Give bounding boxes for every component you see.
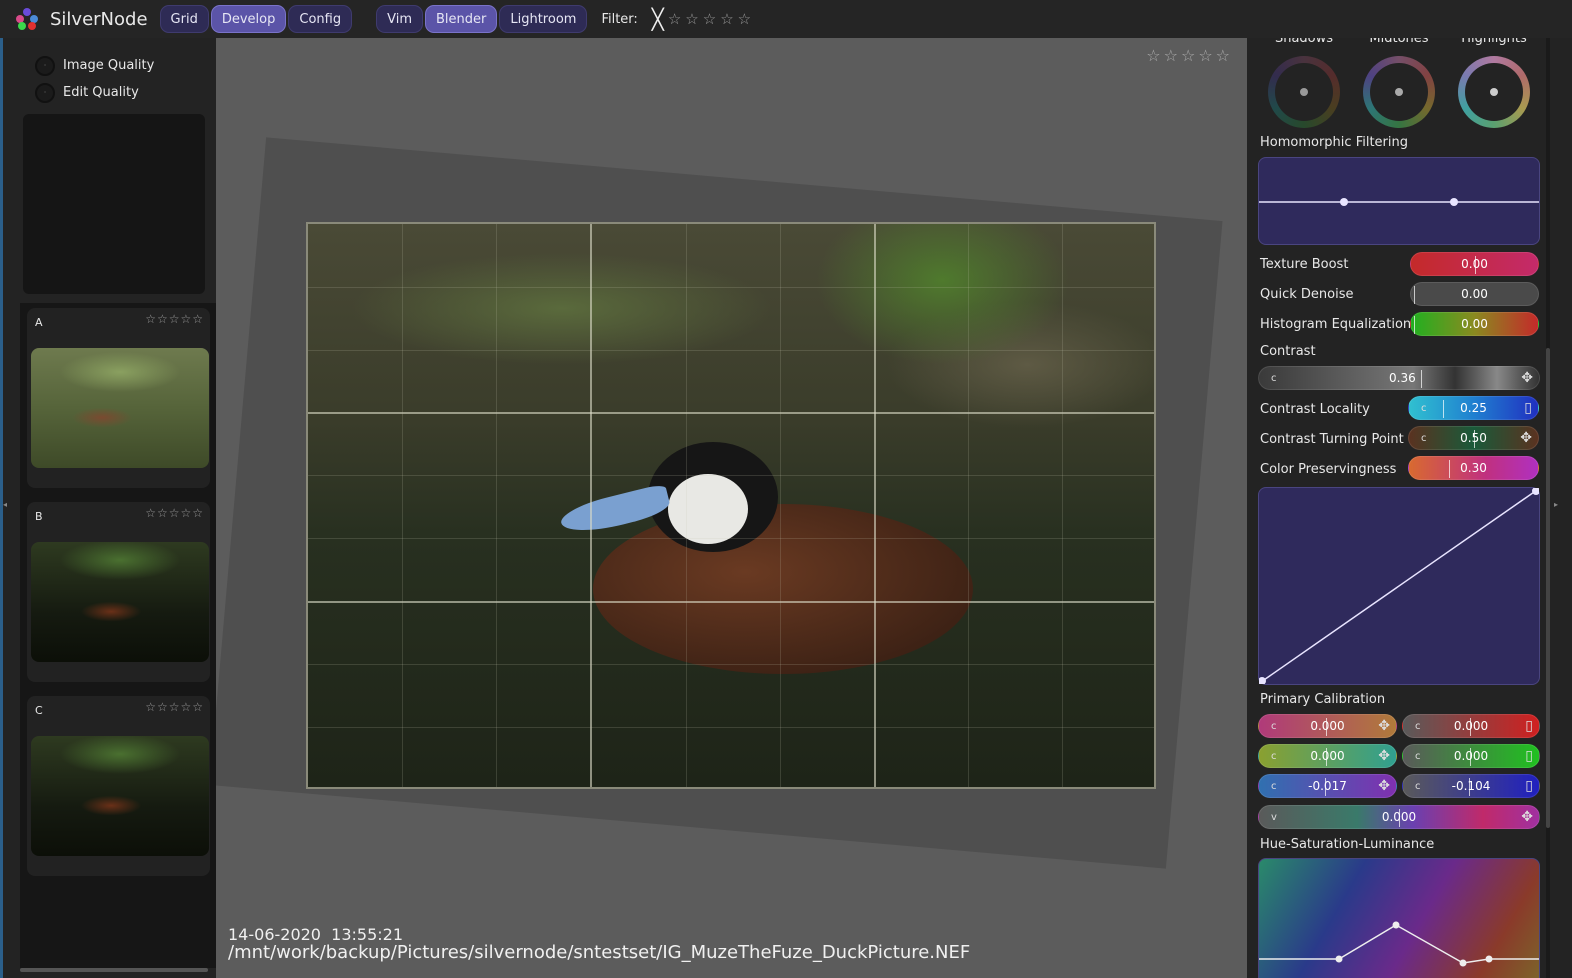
star-icon[interactable]: ☆ [685,10,698,28]
histogram-equalization-slider[interactable]: 0.00 [1410,312,1539,336]
red-saturation-slider[interactable]: c0.000▯ [1402,714,1540,738]
thumbnail-image[interactable] [31,736,209,856]
contrast-locality-slider[interactable]: c 0.25 ▯ [1408,396,1539,420]
clear-filter-icon[interactable]: ╳ [652,7,664,31]
keymap-blender-button[interactable]: Blender [424,5,498,33]
star-icon[interactable]: ☆ [703,10,716,28]
image-metadata: 14-06-2020 13:55:21 /mnt/work/backup/Pic… [228,926,970,962]
contrast-label: Contrast [1260,344,1316,359]
hsl-curve-svg [1259,921,1539,967]
curve-point[interactable] [1258,677,1266,685]
keymap-vim-button[interactable]: Vim [376,5,423,33]
edit-quality-toggle[interactable]: · Edit Quality [3,79,213,106]
thumbnail-image[interactable] [31,542,209,662]
move-icon[interactable]: ✥ [1520,430,1532,446]
move-icon[interactable]: ✥ [1521,370,1533,386]
thumbnail-rating[interactable]: ☆☆☆☆☆ [145,700,204,714]
star-icon[interactable]: ☆ [720,10,733,28]
homomorphic-filtering-label: Homomorphic Filtering [1260,135,1408,150]
homomorphic-curve-svg [1259,198,1539,206]
filter-label: Filter: [601,11,638,27]
thumbnail-label: C [35,704,43,717]
duck-cheek [668,474,748,544]
lock-icon[interactable]: ▯ [1525,778,1533,794]
green-hue-slider[interactable]: c 0.000 ✥ [1258,744,1397,768]
image-viewer[interactable]: ☆☆☆☆☆ 14-06-2020 13:55:21 /mnt/work/back… [216,38,1247,978]
highlights-label: Highlights [1461,38,1527,46]
lock-icon[interactable]: ▯ [1525,718,1533,734]
quick-denoise-slider[interactable]: 0.00 [1410,282,1539,306]
tone-curve-svg [1258,487,1540,685]
midtones-label: Midtones [1369,38,1429,46]
collapse-left-icon[interactable]: ◂ [3,500,7,512]
image-quality-toggle[interactable]: · Image Quality [3,52,213,79]
lock-icon[interactable]: ▯ [1524,400,1532,416]
move-icon[interactable]: ✥ [1378,778,1390,794]
top-bar: SilverNode Grid Develop Config Vim Blend… [0,0,1572,38]
panel-scrollbar[interactable] [1546,38,1550,978]
mode-develop-button[interactable]: Develop [210,5,287,33]
duck-body [593,504,973,674]
calibration-value-slider[interactable]: v0.000✥ [1258,805,1540,829]
thumbnail-list[interactable]: A ☆☆☆☆☆ B ☆☆☆☆☆ C ☆☆☆☆☆ [20,303,216,968]
image-rating[interactable]: ☆☆☆☆☆ [1146,46,1233,65]
texture-boost-slider[interactable]: 0.00 [1410,252,1539,276]
crop-area[interactable] [306,222,1156,789]
homomorphic-curve[interactable] [1258,157,1540,245]
edit-quality-label: Edit Quality [63,85,139,100]
midtones-color-wheel[interactable] [1363,56,1435,128]
mode-config-button[interactable]: Config [288,5,353,33]
hsl-label: Hue-Saturation-Luminance [1260,837,1435,852]
color-preservingness-slider[interactable]: 0.30 [1408,456,1539,480]
blue-hue-slider[interactable]: c -0.017 ✥ [1258,774,1397,798]
thumbnail-card[interactable]: C ☆☆☆☆☆ [27,696,210,876]
app-name: SilverNode [50,8,148,30]
thumbnail-rating[interactable]: ☆☆☆☆☆ [145,312,204,326]
red-hue-slider[interactable]: c 0.000 ✥ [1258,714,1397,738]
thumbnail-rating[interactable]: ☆☆☆☆☆ [145,506,204,520]
shadows-label: Shadows [1274,38,1334,46]
filter-rating[interactable]: ☆ ☆ ☆ ☆ ☆ [664,10,751,28]
move-icon[interactable]: ✥ [1378,718,1390,734]
horizontal-scrollbar[interactable] [20,968,208,972]
curve-point[interactable] [1532,487,1540,495]
histogram-preview [23,114,205,294]
star-icon[interactable]: ☆ [668,10,681,28]
tone-curve[interactable] [1258,487,1540,685]
green-saturation-slider[interactable]: c0.000▯ [1402,744,1540,768]
move-icon[interactable]: ✥ [1378,748,1390,764]
develop-panel: Shadows Midtones Highlights Homomorphic … [1250,38,1548,978]
highlights-color-wheel[interactable] [1458,56,1530,128]
primary-calibration-label: Primary Calibration [1260,692,1386,707]
lock-icon[interactable]: ▯ [1525,748,1533,764]
keymap-lightroom-button[interactable]: Lightroom [499,5,588,33]
image-quality-label: Image Quality [63,58,155,73]
app-logo-icon [16,8,38,30]
radio-icon[interactable]: · [35,55,55,76]
thumbnail-image[interactable] [31,348,209,468]
thumbnail-card[interactable]: A ☆☆☆☆☆ [27,308,210,488]
move-icon[interactable]: ✥ [1521,809,1533,825]
radio-icon[interactable]: · [35,82,55,103]
blue-saturation-slider[interactable]: c -0.104 ▯ [1402,774,1540,798]
hsl-curve[interactable] [1258,858,1540,978]
left-panel: · Image Quality · Edit Quality A ☆☆☆☆☆ B ☆… [0,38,216,978]
contrast-slider[interactable]: c 0.36 ✥ [1258,366,1540,390]
contrast-turning-point-slider[interactable]: c0.50✥ [1408,426,1539,450]
collapse-right-icon[interactable]: ▸ [1554,500,1558,512]
mode-grid-button[interactable]: Grid [159,5,209,33]
thumbnail-label: B [35,510,43,523]
curve-point[interactable] [1450,198,1458,206]
thumbnail-card[interactable]: B ☆☆☆☆☆ [27,502,210,682]
star-icon[interactable]: ☆ [738,10,751,28]
file-path: /mnt/work/backup/Pictures/silvernode/snt… [228,942,971,963]
thumbnail-label: A [35,316,43,329]
shadows-color-wheel[interactable] [1268,56,1340,128]
curve-point[interactable] [1340,198,1348,206]
